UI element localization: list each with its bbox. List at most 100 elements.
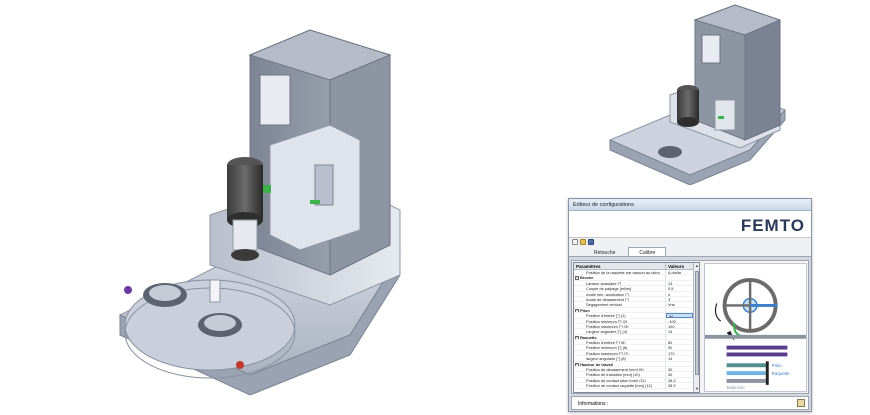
parameter-label: Angle min. application [°] [586,291,629,296]
parameter-name: Largeur angulaire [°] (4) [574,329,666,334]
divider [705,334,806,339]
parameter-name: Dégagement vertical [574,302,666,307]
parameter-value[interactable]: 0.5 [666,286,693,290]
parameter-name: − Hauteur de travail [574,361,666,367]
collapse-icon[interactable]: − [575,362,579,367]
parameter-label: Position de contact raquette [mm] (12) [586,383,652,388]
parameter-value[interactable]: 4 [666,292,693,296]
parameter-value[interactable]: A droite [666,270,693,274]
parameter-name: Position d'entrée [°] (5) [574,340,666,345]
label-raquette: Raquette [772,371,790,376]
column-header-parameters[interactable]: Paramètres [574,263,666,269]
parameter-name: Position d'entrée [°] (1) [574,313,666,318]
parameter-value[interactable]: 80 [666,313,693,318]
parameter-value[interactable]: 30 [666,372,693,376]
parameter-rows: Position de la raquette par rapport au p… [574,270,699,389]
parameter-label: Largeur angulaire [°] [586,280,622,286]
parameter-value[interactable]: 170 [666,351,693,355]
parameter-value[interactable]: 90 [666,345,693,349]
info-icon[interactable] [797,399,805,407]
parameter-label: Angle de dégagement [°] [586,296,629,302]
parameter-label: largeur angulaire [°] (8) [586,356,626,361]
window-title: Editeur de configurations [569,199,811,211]
parameter-name: Couple de palpage [mNm] [574,286,666,291]
parameter-name: Position de dégagement [mm] (9) [574,367,666,372]
grid-header: Paramètres Valeurs [574,263,699,270]
logo-text: FEMTO [740,216,805,235]
parameter-value[interactable]: 3 [666,297,693,301]
grid-scrollbar[interactable]: ▲ ▼ [693,263,699,392]
parameter-name: Largeur angulaire [°] [574,280,666,286]
logo-bar: FEMTO [569,211,811,238]
new-file-icon[interactable] [572,239,578,245]
parameter-label: Position de contact piton [mm] (11) [586,377,646,383]
parameter-label: Position maximum [°] (7) [586,350,629,356]
parameter-value[interactable]: 14 [666,329,693,333]
parameter-label: Position minimum [°] (2) [586,318,628,323]
parameter-name: Position maximum [°] (7) [574,350,666,356]
parameter-name: − Piton [574,307,666,313]
parameter-label: Position de transition [mm] (10) [586,372,640,377]
parameter-label: Dégagement vertical [586,302,622,307]
tab-calibre[interactable]: Calibre [628,247,667,256]
label-piton: Piton [772,363,783,368]
parameter-label: Position d'entrée [°] (5) [586,340,626,345]
parameter-name: Position de contact piton [mm] (11) [574,377,666,383]
parameter-value[interactable]: 28.3 [666,383,693,387]
piton-bar [726,363,766,368]
indicator-line [765,361,769,385]
parameter-value[interactable]: 13 [666,281,693,285]
parameter-value[interactable]: 28.3 [666,378,693,382]
parameter-value[interactable]: 100 [666,324,693,328]
parameter-name: Position maximum [°] (3) [574,323,666,329]
parameter-label: Position de la raquette par rapport au p… [586,270,660,275]
parameter-label: Position maximum [°] (3) [586,323,629,329]
config-editor-window: Editeur de configurations FEMTO Retouche… [568,198,812,412]
parameter-value [666,275,693,279]
scroll-up-icon[interactable]: ▲ [694,263,699,269]
purple-bar-2 [726,352,788,357]
parameter-name: Position de transition [mm] (10) [574,372,666,377]
toolbar [569,238,811,247]
parameter-name: − Broche [574,275,666,280]
collapse-icon[interactable]: − [575,276,579,280]
parameter-name: Position minimum [°] (2) [574,318,666,323]
collapse-icon[interactable]: − [575,308,579,313]
column-header-values[interactable]: Valeurs [666,263,693,269]
parameter-name: Position minimum [°] (6) [574,345,666,350]
scroll-down-icon[interactable]: ▼ [694,386,699,392]
parameter-value [666,335,693,339]
parameter-value[interactable]: Vrai [666,302,693,306]
open-folder-icon[interactable] [580,239,586,245]
tab-content: Paramètres Valeurs Position de la raquet… [571,260,809,394]
parameter-value[interactable]: 80 [666,340,693,344]
femto-logo: FEMTO [741,216,805,236]
parameter-label: Position de dégagement [mm] (9) [586,367,644,372]
save-icon[interactable] [588,239,594,245]
scroll-thumb[interactable] [695,271,699,375]
collapse-icon[interactable]: − [575,335,579,340]
parameter-label: Largeur angulaire [°] (4) [586,329,628,334]
parameter-name: Position de la raquette par rapport au p… [574,270,666,275]
parameter-value[interactable]: -100 [666,319,693,323]
status-bar: Informations : [571,396,809,410]
purple-bar-1 [726,345,788,350]
parameter-name: Position de contact raquette [mm] (12) [574,383,666,388]
parameter-row[interactable]: Position de contact raquette [mm] (12) 28… [574,383,699,389]
parameter-name: − Raquette [574,334,666,340]
parameter-label: Hauteur de travail [580,361,613,367]
parameter-label: Couple de palpage [mNm] [586,286,632,291]
parameter-label: Piton [580,307,590,313]
parameter-label: Position minimum [°] (6) [586,345,628,350]
parameter-value[interactable]: 30 [666,367,693,371]
parameter-name: Angle min. application [°] [574,291,666,296]
machine-render-small [608,4,786,185]
machine-render-large [118,29,401,396]
tab-retouche[interactable]: Retouche [583,247,626,256]
raquette-bar [726,371,766,376]
balance-wheel-icon [714,277,778,341]
parameter-value [666,362,693,366]
tab-bar: Retouche Calibre [569,247,811,257]
parameter-value[interactable]: 14 [666,356,693,360]
parameter-grid: Paramètres Valeurs Position de la raquet… [573,262,700,393]
